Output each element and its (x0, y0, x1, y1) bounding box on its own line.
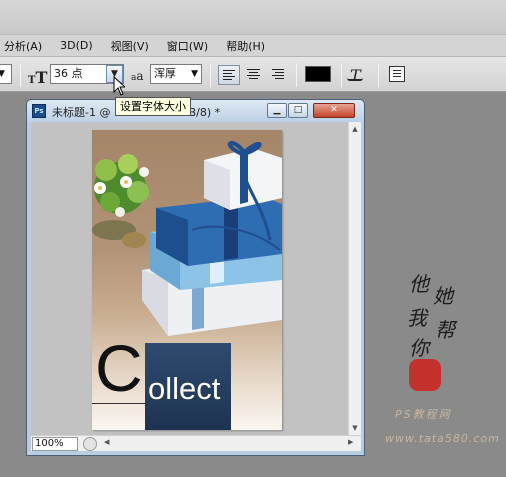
watermark-char: 他 (409, 272, 429, 296)
menu-view[interactable]: 视图(V) (102, 38, 158, 54)
scroll-left-icon[interactable]: ◀ (104, 438, 109, 446)
collect-text: ollect (148, 371, 221, 406)
menu-help[interactable]: 帮助(H) (217, 38, 274, 54)
close-button[interactable]: ✕ (313, 103, 355, 118)
align-right-button[interactable] (267, 65, 289, 85)
tooltip: 设置字体大小 (115, 97, 191, 116)
options-bar: ▼ TT 36 点 ▼ aa 浑厚 ▼ T (0, 56, 506, 92)
separator (20, 63, 21, 87)
document-title-left: 未标题-1 @ (52, 106, 111, 119)
status-bar: 100% ◀ ▶ (31, 435, 361, 451)
minimize-button[interactable]: ▁ (267, 103, 287, 118)
align-center-button[interactable] (243, 65, 265, 85)
scroll-right-icon[interactable]: ▶ (348, 438, 353, 446)
watermark-char: 帮 (435, 318, 455, 342)
watermark-char: 我 (407, 306, 427, 330)
separator (378, 63, 379, 87)
artwork-image: C ollect (92, 130, 282, 430)
scroll-up-icon[interactable]: ▲ (349, 122, 361, 136)
document-title-bar[interactable]: Ps 未标题-1 @ RGB/8) * ▁ □ ✕ (27, 100, 364, 122)
font-style-dropdown[interactable]: ▼ (0, 64, 12, 84)
close-icon: ✕ (330, 105, 338, 115)
font-size-value: 36 点 (54, 67, 83, 80)
chevron-down-icon: ▼ (191, 69, 198, 79)
menu-bar: 分析(A) 3D(D) 视图(V) 窗口(W) 帮助(H) (0, 34, 506, 56)
font-size-icon: TT (28, 68, 48, 87)
text-baseline (92, 403, 148, 404)
menu-analysis[interactable]: 分析(A) (0, 38, 51, 54)
watermark-url: www.tata580.com (385, 432, 500, 445)
gift-box-dark-blue (156, 196, 282, 266)
top-strip (0, 0, 506, 34)
separator (341, 63, 342, 87)
separator (296, 63, 297, 87)
mouse-cursor-icon (113, 76, 125, 96)
watermark-site-name: PS教程网 (395, 408, 452, 421)
antialias-value: 浑厚 (154, 67, 176, 80)
vertical-scrollbar[interactable]: ▲ ▼ (348, 122, 361, 435)
minimize-icon: ▁ (273, 105, 281, 115)
menu-3d[interactable]: 3D(D) (51, 39, 102, 52)
zoom-field[interactable]: 100% (32, 437, 78, 451)
maximize-icon: □ (293, 105, 303, 115)
scroll-down-icon[interactable]: ▼ (349, 421, 361, 435)
maximize-button[interactable]: □ (288, 103, 308, 118)
flower-bouquet (92, 154, 149, 248)
antialias-select[interactable]: 浑厚 ▼ (150, 64, 202, 84)
align-left-button[interactable] (218, 65, 240, 85)
watermark-char: 你 (409, 336, 429, 360)
menu-window[interactable]: 窗口(W) (158, 38, 217, 54)
text-color-swatch[interactable] (305, 66, 331, 82)
watermark: 他 她 我 帮 你 PS教程网 www.tata580.com (385, 268, 503, 458)
warp-text-icon[interactable]: T (347, 66, 363, 85)
antialias-icon: aa (131, 69, 144, 83)
separator (210, 63, 211, 87)
chevron-down-icon: ▼ (0, 69, 5, 79)
photoshop-icon: Ps (32, 104, 46, 118)
watermark-char: 她 (433, 284, 453, 308)
character-panel-button[interactable] (389, 66, 405, 82)
collect-big-letter: C (95, 331, 143, 405)
status-menu-button[interactable] (83, 437, 97, 451)
seal-stamp (409, 359, 441, 391)
